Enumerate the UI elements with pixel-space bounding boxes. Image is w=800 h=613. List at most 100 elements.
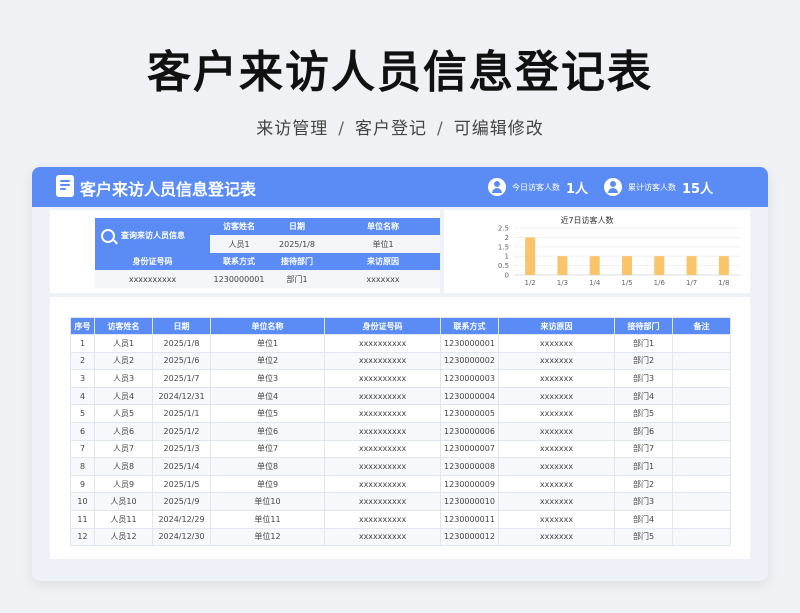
query-field-company[interactable]: 单位1	[326, 235, 440, 253]
table-cell: 单位11	[210, 509, 325, 529]
column-header: 访客姓名	[94, 317, 153, 335]
visitor-records-table: 序号 访客姓名 日期 单位名称 身份证号码 联系方式 来访原因 接待部门 备注 1 人员1 2025…	[70, 317, 731, 547]
chart-bar[interactable]	[686, 256, 697, 275]
table-cell: 7	[70, 439, 95, 459]
table-row[interactable]: 9 人员9 2025/1/5 单位9 xxxxxxxxxx 1230000009 xxxxx…	[70, 474, 731, 494]
y-tick-label: 1	[505, 253, 509, 261]
table-cell: 1230000012	[440, 527, 499, 547]
query-field-reason[interactable]: xxxxxxx	[326, 270, 440, 288]
table-cell: xxxxxxxxxx	[324, 492, 441, 511]
query-field-department[interactable]: 部门1	[268, 270, 326, 288]
table-cell: xxxxxxxxxx	[324, 404, 441, 423]
chart-bar[interactable]	[525, 237, 536, 275]
table-cell: 1230000007	[440, 439, 499, 459]
query-header-visitor-name: 访客姓名	[210, 218, 268, 235]
table-cell: 人员10	[94, 492, 153, 511]
table-cell: 2025/1/8	[152, 334, 211, 353]
x-tick-label: 1/4	[589, 279, 601, 287]
table-row[interactable]: 3 人员3 2025/1/7 单位3 xxxxxxxxxx 1230000003 xxxxx…	[70, 369, 731, 388]
query-field-visitor-name[interactable]: 人员1	[210, 235, 268, 253]
chart-bar[interactable]	[718, 256, 729, 275]
column-header: 备注	[672, 317, 731, 335]
y-tick-label: 0	[505, 272, 509, 280]
table-cell: 5	[70, 404, 95, 423]
breadcrumb-item[interactable]: 可编辑修改	[454, 119, 544, 139]
column-header: 联系方式	[440, 317, 499, 335]
table-cell: 8	[70, 457, 95, 476]
table-cell: 部门1	[614, 334, 673, 353]
table-cell: 1230000001	[440, 334, 499, 353]
table-cell: xxxxxxx	[498, 404, 615, 423]
table-cell: xxxxxxx	[498, 439, 615, 459]
breadcrumb-item[interactable]: 来访管理	[256, 119, 328, 139]
total-visitor-stat: 累计访客人数 15人	[604, 177, 713, 197]
table-cell	[672, 527, 731, 547]
table-cell: 人员4	[94, 386, 153, 406]
table-cell: xxxxxxxxxx	[324, 369, 441, 388]
table-row[interactable]: 8 人员8 2025/1/4 单位8 xxxxxxxxxx 1230000008 xxxxx…	[70, 457, 731, 476]
table-cell: 单位12	[210, 527, 325, 547]
table-cell: 单位6	[210, 421, 325, 441]
table-row[interactable]: 1 人员1 2025/1/8 单位1 xxxxxxxxxx 1230000001 xxxxx…	[70, 334, 731, 353]
chart-bar[interactable]	[654, 256, 665, 275]
table-row[interactable]: 11 人员11 2024/12/29 单位11 xxxxxxxxxx 1230000011…	[70, 509, 731, 529]
table-row[interactable]: 6 人员6 2025/1/2 单位6 xxxxxxxxxx 1230000006 xxxxx…	[70, 421, 731, 441]
table-cell: xxxxxxx	[498, 492, 615, 511]
table-row[interactable]: 4 人员4 2024/12/31 单位4 xxxxxxxxxx 1230000004 xxx…	[70, 386, 731, 406]
query-header-contact: 联系方式	[210, 253, 268, 270]
table-row[interactable]: 2 人员2 2025/1/6 单位2 xxxxxxxxxx 1230000002 xxxxx…	[70, 351, 731, 371]
table-cell: 2024/12/30	[152, 527, 211, 547]
table-cell: 4	[70, 386, 95, 406]
table-cell: 2	[70, 351, 95, 371]
total-visitor-count: 15人	[682, 181, 714, 197]
today-visitor-count: 1人	[566, 181, 589, 197]
table-cell	[672, 439, 731, 459]
table-cell: 1230000009	[440, 474, 499, 494]
table-cell: 单位9	[210, 474, 325, 494]
column-header: 身份证号码	[324, 317, 441, 335]
table-cell: xxxxxxxxxx	[324, 421, 441, 441]
table-cell: 人员3	[94, 369, 153, 388]
table-cell: 2024/12/29	[152, 509, 211, 529]
column-header: 来访原因	[498, 317, 615, 335]
table-cell: 单位3	[210, 369, 325, 388]
table-cell: xxxxxxxxxx	[324, 351, 441, 371]
table-cell: xxxxxxxxxx	[324, 474, 441, 494]
column-header: 日期	[152, 317, 211, 335]
table-row[interactable]: 10 人员10 2025/1/9 单位10 xxxxxxxxxx 1230000010 xx…	[70, 492, 731, 511]
table-cell	[672, 404, 731, 423]
query-field-contact[interactable]: 1230000001	[210, 270, 268, 288]
table-cell: 2024/12/31	[152, 386, 211, 406]
table-cell	[672, 474, 731, 494]
table-cell: 部门5	[614, 404, 673, 423]
table-cell: 2025/1/1	[152, 404, 211, 423]
query-field-date[interactable]: 2025/1/8	[268, 235, 326, 253]
x-tick-label: 1/3	[557, 279, 568, 287]
table-row[interactable]: 7 人员7 2025/1/3 单位7 xxxxxxxxxx 1230000007 xxxxx…	[70, 439, 731, 459]
table-cell: 人员12	[94, 527, 153, 547]
table-row[interactable]: 12 人员12 2024/12/30 单位12 xxxxxxxxxx 1230000012…	[70, 527, 731, 547]
table-cell: 部门3	[614, 369, 673, 388]
query-header-id-number: 身份证号码	[95, 253, 210, 270]
table-cell: 1	[70, 334, 95, 353]
table-cell: 1230000011	[440, 509, 499, 529]
today-visitor-label: 今日访客人数	[512, 182, 560, 192]
table-cell: 部门3	[614, 492, 673, 511]
table-cell	[672, 334, 731, 353]
query-button[interactable]: 查询来访人员信息	[95, 218, 210, 253]
table-cell: 人员5	[94, 404, 153, 423]
table-cell: 单位7	[210, 439, 325, 459]
breadcrumb-separator: /	[338, 119, 345, 139]
query-header-department: 接待部门	[268, 253, 326, 270]
chart-bar[interactable]	[589, 256, 600, 275]
breadcrumb-item[interactable]: 客户登记	[355, 119, 427, 139]
table-cell: 部门5	[614, 527, 673, 547]
query-field-id-number[interactable]: xxxxxxxxxx	[95, 270, 210, 288]
table-row[interactable]: 5 人员5 2025/1/1 单位5 xxxxxxxxxx 1230000005 xxxxx…	[70, 404, 731, 423]
chart-bar[interactable]	[622, 256, 632, 275]
visitor-chart-panel: 近7日访客人数 0 0.5 1 1.5 2 2.5 1/2 1/3 1/4 1/5 1/6 1/7 1…	[444, 210, 750, 293]
query-header-reason: 来访原因	[326, 253, 440, 270]
table-cell: 2025/1/5	[152, 474, 211, 494]
chart-bar[interactable]	[557, 256, 568, 275]
card-title: 客户来访人员信息登记表	[80, 180, 257, 199]
